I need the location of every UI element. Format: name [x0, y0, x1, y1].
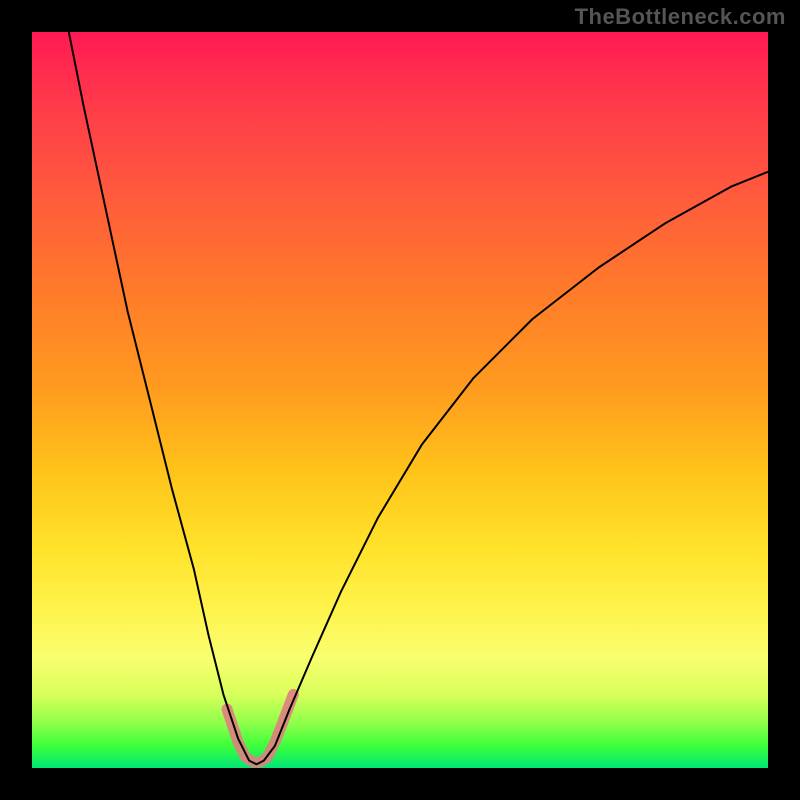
bottleneck-curve-path — [69, 32, 768, 764]
highlight-u-path — [227, 694, 293, 762]
curve-svg — [32, 32, 768, 768]
plot-area — [32, 32, 768, 768]
chart-frame: TheBottleneck.com — [0, 0, 800, 800]
watermark-text: TheBottleneck.com — [575, 4, 786, 30]
